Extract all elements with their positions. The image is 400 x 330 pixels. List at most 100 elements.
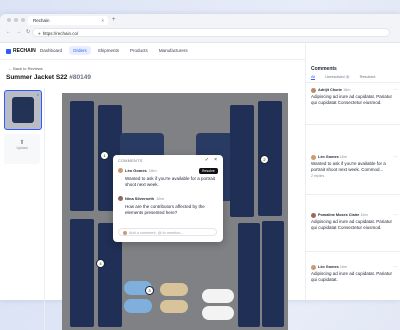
sneaker-white-1 — [202, 289, 234, 303]
comment-entry[interactable]: Pomaline Moses Claire16m ⋯ Adipiscing ad … — [311, 212, 397, 231]
comment-header: Adrijit Chorie16m ⋯ — [311, 87, 397, 93]
divider — [306, 124, 400, 125]
nav-dashboard[interactable]: Dashboard — [36, 46, 66, 55]
back-arrow-icon[interactable]: ← — [6, 29, 11, 35]
resolve-check-icon[interactable]: ✓ — [205, 157, 209, 163]
comment-time: 16m — [360, 213, 368, 217]
comment-text: Adipiscing ad irure ad cupidatat. Pariat… — [311, 94, 393, 105]
close-popup-icon[interactable]: × — [214, 157, 217, 163]
upload-button[interactable]: ⬆ Upload — [4, 134, 40, 164]
more-options-icon[interactable]: ⋯ — [393, 264, 397, 270]
comment-input-placeholder: Add a comment, @ to mention... — [129, 231, 184, 235]
upload-icon: ⬆ — [19, 140, 25, 146]
commenter-name: Nina Silverneth — [125, 196, 155, 201]
comment-time: 16m — [343, 88, 351, 92]
popup-comment-1-header: Léo Gomes 16m — [118, 168, 157, 174]
pin-marker-3[interactable]: 3 — [145, 286, 154, 295]
lock-icon: ● — [38, 31, 41, 36]
reload-icon[interactable]: ↻ — [26, 29, 30, 35]
pin-marker-4[interactable]: 4 — [96, 259, 105, 268]
avatar — [311, 212, 316, 218]
maximize-dot[interactable] — [21, 18, 25, 22]
logo-icon — [6, 48, 11, 54]
upload-label: Upload — [16, 146, 28, 150]
url-text: https://rechain.co/ — [42, 31, 79, 36]
pin-marker-2[interactable]: 2 — [260, 155, 269, 164]
replies-count[interactable]: 2 replies — [311, 174, 397, 178]
back-link[interactable]: ← Back to Reviews — [8, 66, 43, 71]
divider — [306, 82, 400, 83]
more-options-icon[interactable]: ⋯ — [393, 87, 397, 93]
pants-bottom-left — [70, 219, 94, 327]
shoe-tan-1 — [160, 283, 188, 296]
comments-tabs: All Unresolved 4 Resolved — [311, 75, 375, 80]
sneaker-white-2 — [202, 306, 234, 320]
nav-links: Dashboard Orders Shipments Products Manu… — [36, 46, 192, 55]
commenter-name: Adrijit Chorie — [318, 88, 343, 92]
popup-header: COMMENTS — [118, 159, 143, 163]
comment-text: Wanted to ask if you're available for a … — [311, 161, 386, 172]
comment-popup: COMMENTS ✓ × Resolve Léo Gomes 16m Wanted… — [113, 155, 223, 242]
avatar — [311, 264, 316, 270]
comment-header: Pomaline Moses Claire16m ⋯ — [311, 212, 397, 218]
tab-unresolved[interactable]: Unresolved 4 — [325, 75, 350, 80]
divider — [306, 251, 400, 252]
pin-marker-1[interactable]: 1 — [100, 151, 109, 160]
comment-text: Adipiscing ad irure ad cupidatat. Pariat… — [311, 271, 393, 282]
comment-text: Adipiscing ad irure ad cupidatat. Pariat… — [311, 219, 393, 230]
unresolved-count-badge: 4 — [345, 75, 350, 79]
order-id: #80149 — [69, 74, 91, 81]
tab-unresolved-label: Unresolved — [325, 75, 345, 79]
close-tab-icon[interactable]: × — [101, 16, 104, 25]
popup-comment-2-header: Nina Silverneth 16m — [118, 196, 164, 202]
pants-bottom-right-2 — [262, 221, 284, 327]
shoe-blue-2 — [124, 299, 152, 313]
brand-logo[interactable]: RECHAIN — [6, 48, 36, 54]
product-image[interactable]: 1 2 3 4 COMMENTS ✓ × Resolve Léo Gomes 16… — [62, 93, 288, 330]
resolve-tooltip: Resolve — [199, 168, 218, 174]
forward-arrow-icon[interactable]: → — [16, 29, 21, 35]
comment-time: 16m — [339, 155, 348, 159]
pants-left — [70, 101, 94, 211]
address-bar[interactable]: ● https://rechain.co/ — [32, 28, 390, 37]
comment-entry[interactable]: Léo Gomes16m ⋯ Adipiscing ad irure ad cup… — [311, 264, 397, 283]
tab-resolved[interactable]: Resolved — [360, 75, 376, 80]
comment-time: 16m — [156, 196, 164, 201]
comments-panel: Comments All Unresolved 4 Resolved Adriji… — [305, 44, 400, 300]
divider — [306, 194, 400, 195]
comments-title: Comments — [311, 66, 337, 72]
avatar — [311, 154, 316, 160]
comment-time: 16m — [148, 168, 157, 173]
nav-products[interactable]: Products — [126, 46, 152, 55]
popup-comment-2-text: How are the contributors affected by the… — [125, 204, 205, 215]
more-options-icon[interactable]: ⋯ — [393, 154, 397, 160]
avatar — [123, 231, 127, 235]
comment-entry[interactable]: Adrijit Chorie16m ⋯ Adipiscing ad irure a… — [311, 87, 397, 106]
pants-bottom-right — [238, 223, 260, 327]
nav-shipments[interactable]: Shipments — [94, 46, 123, 55]
avatar — [311, 87, 316, 93]
tab-all[interactable]: All — [311, 75, 316, 80]
close-dot[interactable] — [7, 18, 11, 22]
nav-manufacturers[interactable]: Manufacturers — [155, 46, 192, 55]
browser-chrome: Rechain × + ← → ↻ ● https://rechain.co/ — [0, 14, 400, 43]
browser-tab[interactable]: Rechain × — [28, 16, 108, 25]
more-options-icon[interactable]: ⋯ — [393, 212, 397, 218]
comment-input[interactable]: Add a comment, @ to mention... — [118, 228, 217, 236]
avatar — [118, 196, 123, 202]
popup-comment-1-text: Wanted to ask if you're available for a … — [125, 176, 215, 187]
popup-actions: ✓ × — [205, 157, 217, 163]
jacket-thumbnail-image — [12, 97, 34, 123]
minimize-dot[interactable] — [14, 18, 18, 22]
nav-orders[interactable]: Orders — [69, 46, 91, 55]
new-tab-icon[interactable]: + — [112, 16, 116, 25]
shoe-tan-2 — [160, 300, 188, 313]
remove-thumbnail-icon[interactable]: × — [37, 92, 39, 97]
tab-title: Rechain — [33, 18, 50, 23]
page-title: Summer Jacket S22 #80149 — [6, 74, 91, 81]
comment-entry[interactable]: Léo Gomes16m ⋯ Wanted to ask if you're av… — [311, 154, 397, 178]
commenter-name: Léo Gomes — [318, 265, 339, 269]
avatar — [118, 168, 123, 174]
commenter-name: Léo Gomes — [125, 168, 147, 173]
thumbnail-jacket[interactable]: × — [4, 90, 42, 130]
